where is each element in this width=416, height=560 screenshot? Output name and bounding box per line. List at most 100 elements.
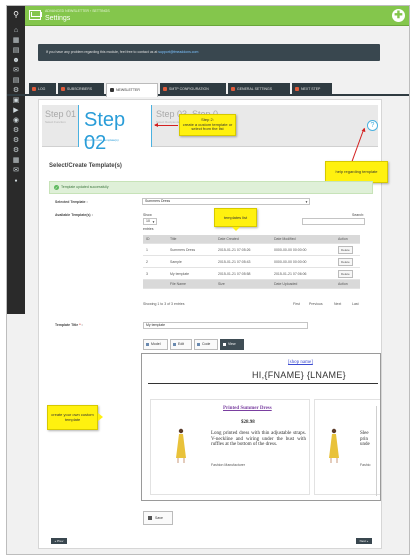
delete-button[interactable]: Delete — [338, 269, 353, 278]
prev-button[interactable]: « Prev — [51, 538, 67, 544]
code-icon — [197, 343, 200, 346]
callout-custom: create your own custom template — [47, 405, 98, 430]
search-icon[interactable]: ⚲ — [12, 11, 20, 19]
admin-icon[interactable]: ⚙ — [12, 147, 20, 154]
settings-icon — [231, 87, 235, 91]
view-icon — [223, 343, 226, 346]
tab-smtp-configuration[interactable]: SMTP CONFIGURATION — [160, 83, 226, 96]
preview-scrollbar[interactable] — [376, 406, 377, 496]
divider — [148, 383, 378, 384]
arrow-icon — [154, 123, 178, 127]
shipping-icon[interactable]: ▶ — [12, 107, 20, 114]
table-row[interactable]: 3 My template 2015-01-21 07:05:58 2015-0… — [143, 268, 360, 280]
step-2-active[interactable]: Step 02 Select/Create Template(s) — [78, 105, 152, 154]
search-label: Search: — [352, 213, 365, 217]
home-icon[interactable]: ⌂ — [12, 27, 20, 34]
envelope-icon — [29, 10, 41, 20]
product-manufacturer-partial: Fashio — [360, 463, 371, 467]
callout-step2: Step 2: create a custom template or sele… — [179, 114, 236, 136]
help-lifebuoy-icon[interactable]: ✚ — [392, 9, 405, 22]
next-button[interactable]: Next » — [356, 538, 372, 544]
pager-last[interactable]: Last — [352, 302, 359, 306]
stats-chart-icon[interactable]: ▦ — [12, 157, 20, 164]
product-price: $28.98 — [241, 420, 255, 425]
tab-log[interactable]: LOG — [29, 83, 56, 96]
help-question-icon[interactable]: ? — [367, 120, 378, 131]
tab-newsletter[interactable]: NEWSLETTER — [106, 83, 158, 97]
available-templates-label: Available Template(s) : — [55, 213, 93, 217]
smtp-icon — [163, 87, 167, 91]
product-description-partial: Slee prin unde — [360, 431, 370, 448]
table-row[interactable]: 2 Sample 2015-01-21 07:05:43 0000-00-00 … — [143, 256, 360, 268]
chevron-down-icon: ▼ — [305, 200, 308, 204]
breadcrumb: ADVANCED NEWSLETTER › SETTINGS — [45, 9, 110, 13]
localization-icon[interactable]: ◉ — [12, 117, 20, 124]
tab-general-settings[interactable]: GENERAL SETTINGS — [228, 83, 290, 96]
callout-pointer — [232, 227, 240, 231]
design-icon[interactable]: ▣ — [12, 97, 20, 104]
tab-bar: LOG SUBSCRIBERS NEWSLETTER SMTP CONFIGUR… — [7, 83, 409, 97]
pager-first[interactable]: First — [293, 302, 300, 306]
search-input[interactable] — [302, 218, 365, 225]
info-bar: If you have any problem regarding this m… — [38, 44, 380, 61]
shop-name-link[interactable]: [shop name] — [288, 360, 313, 365]
header-bar: ADVANCED NEWSLETTER › SETTINGS Settings … — [25, 6, 409, 26]
content-panel: Step 01 Select Function Step 02 Select/Cr… — [38, 99, 388, 549]
model-icon — [146, 343, 149, 346]
model-button[interactable]: Model — [143, 339, 168, 350]
template-preview[interactable]: [shop name] HI,{FNAME} {LNAME} Printed S… — [141, 353, 381, 501]
dress-image — [329, 428, 339, 463]
log-icon — [32, 87, 36, 91]
greeting-text: HI,{FNAME} {LNAME} — [252, 370, 346, 380]
step-1[interactable]: Step 01 Select Function — [45, 109, 76, 124]
save-icon — [148, 516, 152, 520]
callout-templates: templates list — [214, 208, 257, 227]
selected-template-label: Selected Template : — [55, 200, 88, 204]
product-manufacturer: Fashion Manufacturer — [211, 463, 246, 467]
callout-help: help regarding template — [325, 161, 388, 183]
table-row[interactable]: 1 Summers Dress 2015-01-21 07:05:26 0000… — [143, 244, 360, 256]
pager-previous[interactable]: Previous — [309, 302, 323, 306]
template-title-input[interactable]: My template — [143, 322, 308, 329]
collapse-icon[interactable]: ● — [12, 178, 20, 184]
check-icon: ✓ — [54, 185, 59, 190]
show-entries-select[interactable]: 10 ▼ — [143, 218, 157, 225]
edit-button[interactable]: Edit — [170, 339, 192, 350]
subscribers-icon — [61, 87, 65, 91]
delete-button[interactable]: Delete — [338, 257, 353, 266]
selected-template-select[interactable]: Summers Dress ▼ — [142, 198, 310, 205]
product-card: Slee prin unde Fashio — [314, 399, 380, 495]
chevron-down-icon: ▼ — [152, 220, 155, 224]
newsletter-icon[interactable]: ✉ — [12, 167, 20, 174]
table-header: ID Title Date Created Date Modified Acti… — [143, 235, 360, 244]
catalog-icon[interactable]: ▦ — [12, 37, 20, 44]
code-button[interactable]: Code — [194, 339, 218, 350]
orders-icon[interactable]: ▤ — [12, 47, 20, 54]
templates-table: ID Title Date Created Date Modified Acti… — [143, 235, 360, 289]
customers-icon[interactable]: ☻ — [12, 57, 20, 64]
save-button[interactable]: Save — [143, 511, 173, 525]
customer-service-icon[interactable]: ✉ — [12, 67, 20, 74]
delete-button[interactable]: Delete — [338, 245, 353, 254]
window-frame: ⚲ ⌂ ▦ ▤ ☻ ✉ ▤ ⚙ ▣ ▶ ◉ ⚙ ⚙ ⚙ ▦ ✉ ● ADVANC… — [6, 5, 410, 555]
pager-next[interactable]: Next — [334, 302, 341, 306]
preferences-icon[interactable]: ⚙ — [12, 127, 20, 134]
success-alert: ✓ Template updated successfully — [49, 181, 373, 194]
tab-subscribers[interactable]: SUBSCRIBERS — [58, 83, 104, 96]
tab-next-step[interactable]: NEXT STEP — [292, 83, 332, 96]
edit-icon — [173, 343, 176, 346]
view-button[interactable]: View — [220, 339, 244, 350]
support-email-link[interactable]: support@fmeaddons.com — [158, 50, 198, 54]
callout-pointer — [98, 413, 103, 421]
section-title: Select/Create Template(s) — [49, 163, 122, 169]
entries-label: entries — [143, 227, 154, 231]
dress-image — [176, 428, 186, 463]
showing-entries: Showing 1 to 3 of 3 entries — [143, 302, 185, 306]
info-text: If you have any problem regarding this m… — [46, 50, 199, 54]
product-description: Long printed dress with thin adjustable … — [211, 431, 306, 448]
product-name-link[interactable]: Printed Summer Dress — [223, 406, 272, 411]
left-sidebar: ⚲ ⌂ ▦ ▤ ☻ ✉ ▤ ⚙ ▣ ▶ ◉ ⚙ ⚙ ⚙ ▦ ✉ ● — [7, 6, 25, 314]
show-label: Show — [143, 213, 152, 217]
advanced-icon[interactable]: ⚙ — [12, 137, 20, 144]
template-title-label: Template Title * : — [55, 323, 83, 327]
